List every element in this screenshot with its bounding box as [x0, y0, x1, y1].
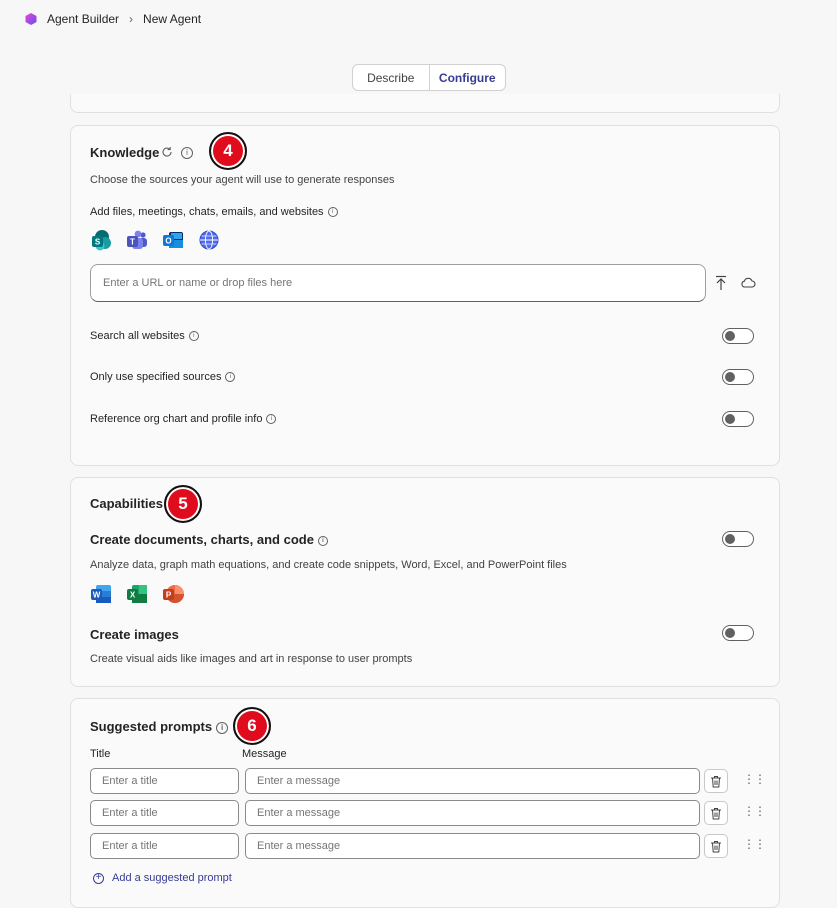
- add-sources-label: Add files, meetings, chats, emails, and …: [90, 206, 324, 218]
- create-documents-label: Create documents, charts, and code: [90, 532, 314, 547]
- drag-handle-icon[interactable]: ⋮⋮: [743, 805, 766, 817]
- capabilities-title: Capabilities: [90, 496, 163, 511]
- teams-icon[interactable]: T: [126, 229, 148, 251]
- prompt-title-input-2[interactable]: [90, 800, 239, 826]
- toggle-label: Only use specified sources: [90, 371, 222, 383]
- delete-prompt-button-2[interactable]: [704, 801, 728, 825]
- message-column-header: Message: [242, 748, 287, 760]
- globe-icon[interactable]: [198, 229, 220, 251]
- breadcrumb-current: New Agent: [143, 12, 202, 26]
- info-icon[interactable]: i: [317, 535, 328, 546]
- word-icon: W: [91, 585, 111, 603]
- create-images-label: Create images: [90, 627, 179, 642]
- svg-text:T: T: [130, 238, 135, 247]
- trash-icon: [711, 840, 721, 852]
- delete-prompt-button-1[interactable]: [704, 769, 728, 793]
- refresh-icon[interactable]: [161, 146, 173, 158]
- prompt-message-input-3[interactable]: [245, 833, 700, 859]
- search-all-websites-toggle[interactable]: [722, 328, 754, 344]
- suggested-prompts-info-icon[interactable]: i: [216, 721, 229, 734]
- add-circle-icon: +: [93, 872, 104, 884]
- drag-handle-icon[interactable]: ⋮⋮: [743, 773, 766, 785]
- breadcrumb-app[interactable]: Agent Builder: [47, 12, 119, 26]
- source-url-input[interactable]: [90, 264, 706, 302]
- excel-icon: X: [127, 585, 147, 603]
- tab-configure[interactable]: Configure: [428, 65, 506, 90]
- info-icon[interactable]: i: [188, 331, 199, 342]
- prompt-title-input-1[interactable]: [90, 768, 239, 794]
- reference-org-chart-toggle[interactable]: [722, 411, 754, 427]
- suggested-prompts-title: Suggested prompts: [90, 719, 213, 734]
- step-badge-6: 6: [233, 707, 271, 745]
- previous-section-card: [70, 94, 780, 113]
- svg-text:P: P: [166, 591, 172, 600]
- trash-icon: [711, 775, 721, 787]
- step-badge-4: 4: [209, 132, 247, 170]
- create-images-toggle[interactable]: [722, 625, 754, 641]
- svg-text:S: S: [95, 238, 101, 247]
- cloud-icon[interactable]: [740, 277, 756, 288]
- add-suggested-prompt-label: Add a suggested prompt: [112, 872, 232, 884]
- powerpoint-icon: P: [163, 585, 184, 603]
- tab-describe[interactable]: Describe: [353, 65, 429, 90]
- svg-text:W: W: [93, 591, 101, 600]
- knowledge-title: Knowledge: [90, 145, 160, 160]
- toggle-row-reference-org-chart: Reference org chart and profile info i: [90, 413, 277, 425]
- info-icon[interactable]: i: [266, 414, 277, 425]
- only-specified-sources-toggle[interactable]: [722, 369, 754, 385]
- title-column-header: Title: [90, 748, 111, 760]
- create-documents-toggle[interactable]: [722, 531, 754, 547]
- prompt-title-input-3[interactable]: [90, 833, 239, 859]
- delete-prompt-button-3[interactable]: [704, 834, 728, 858]
- knowledge-info-icon[interactable]: i: [181, 147, 193, 159]
- toggle-label: Reference org chart and profile info: [90, 413, 263, 425]
- info-icon[interactable]: i: [225, 372, 236, 383]
- add-sources-info-icon[interactable]: i: [327, 207, 338, 218]
- drag-handle-icon[interactable]: ⋮⋮: [743, 838, 766, 850]
- trash-icon: [711, 807, 721, 819]
- breadcrumb: Agent Builder › New Agent: [24, 11, 201, 27]
- suggested-prompts-title-row: Suggested prompts i: [90, 719, 229, 734]
- knowledge-description: Choose the sources your agent will use t…: [90, 174, 395, 186]
- create-documents-description: Analyze data, graph math equations, and …: [90, 559, 567, 571]
- outlook-icon[interactable]: O: [162, 229, 184, 251]
- create-documents-label-row: Create documents, charts, and code i: [90, 532, 328, 547]
- agent-builder-logo-icon: [25, 13, 37, 25]
- prompt-message-input-1[interactable]: [245, 768, 700, 794]
- toggle-row-search-all-websites: Search all websites i: [90, 330, 199, 342]
- svg-text:O: O: [165, 237, 171, 246]
- prompt-message-input-2[interactable]: [245, 800, 700, 826]
- svg-text:X: X: [130, 591, 136, 600]
- toggle-row-only-specified-sources: Only use specified sources i: [90, 371, 236, 383]
- step-badge-5: 5: [164, 485, 202, 523]
- create-images-description: Create visual aids like images and art i…: [90, 653, 413, 665]
- chevron-right-icon: ›: [129, 12, 134, 26]
- mode-tabs: Describe Configure: [352, 64, 506, 91]
- add-suggested-prompt-button[interactable]: + Add a suggested prompt: [93, 872, 232, 884]
- sharepoint-icon[interactable]: S: [90, 229, 112, 251]
- toggle-label: Search all websites: [90, 330, 185, 342]
- upload-icon[interactable]: [714, 275, 728, 291]
- add-sources-label-row: Add files, meetings, chats, emails, and …: [90, 206, 338, 218]
